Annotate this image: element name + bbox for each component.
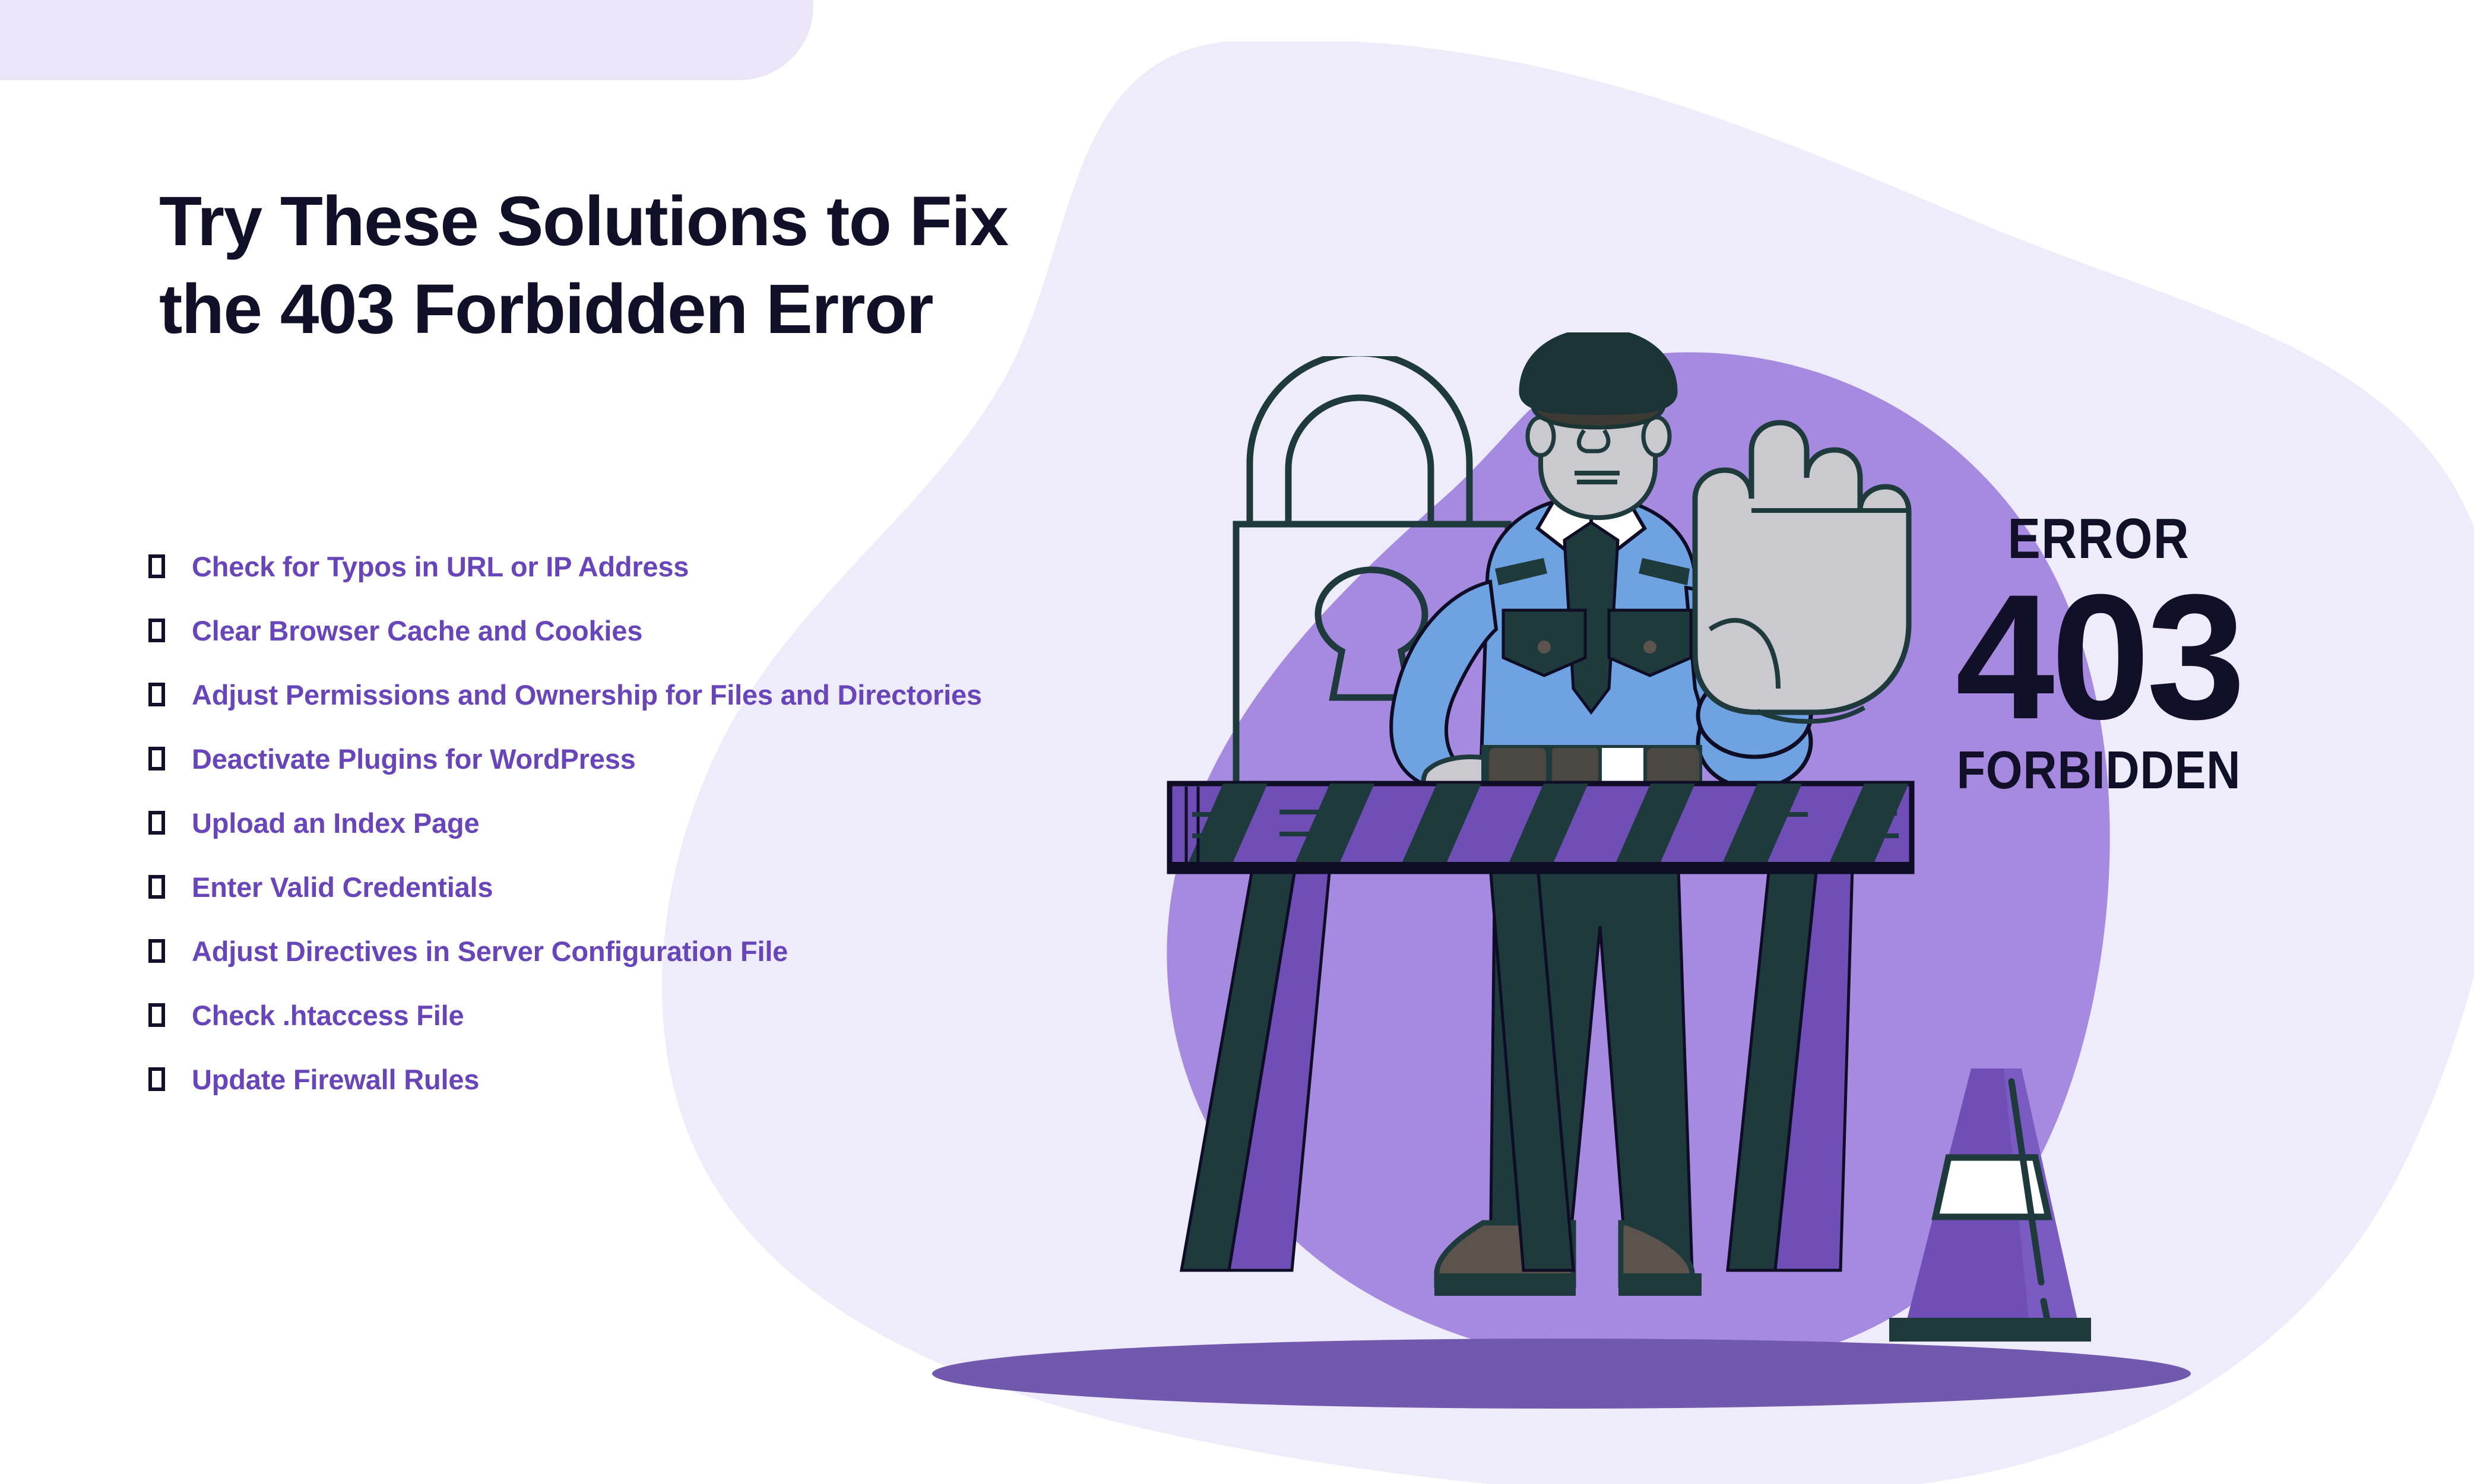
text-column: Try These Solutions to Fix the 403 Forbi…	[159, 178, 1204, 353]
ground-shadow	[932, 1339, 2191, 1409]
solutions-list: Check for Typos in URL or IP Address Cle…	[148, 534, 982, 1111]
list-item[interactable]: Upload an Index Page	[148, 791, 982, 855]
list-item-label: Update Firewall Rules	[192, 1063, 480, 1095]
list-item-label: Enter Valid Credentials	[192, 871, 493, 903]
bullet-box-icon	[148, 811, 165, 835]
illustration-page: Try These Solutions to Fix the 403 Forbi…	[0, 0, 2474, 1484]
list-item-label: Deactivate Plugins for WordPress	[192, 743, 636, 775]
page-title: Try These Solutions to Fix the 403 Forbi…	[159, 182, 1009, 348]
list-item-label: Adjust Directives in Server Configuratio…	[192, 935, 788, 967]
list-item-label: Check for Typos in URL or IP Address	[192, 550, 689, 582]
error-status-label: FORBIDDEN	[1956, 741, 2241, 800]
police-officer-illustration	[1167, 332, 2091, 1342]
list-item[interactable]: Enter Valid Credentials	[148, 855, 982, 919]
list-item[interactable]: Deactivate Plugins for WordPress	[148, 727, 982, 791]
list-item[interactable]: Clear Browser Cache and Cookies	[148, 598, 982, 662]
error-badge: ERROR 403 FORBIDDEN	[1933, 507, 2265, 800]
list-item-label: Adjust Permissions and Ownership for Fil…	[192, 678, 982, 711]
list-item-label: Clear Browser Cache and Cookies	[192, 614, 643, 646]
list-item-label: Check .htaccess File	[192, 999, 464, 1031]
bullet-box-icon	[148, 619, 165, 642]
bullet-box-icon	[148, 747, 165, 770]
bullet-box-icon	[148, 939, 165, 963]
list-item[interactable]: Check for Typos in URL or IP Address	[148, 534, 982, 598]
bullet-box-icon	[148, 1067, 165, 1091]
list-item[interactable]: Update Firewall Rules	[148, 1047, 982, 1111]
list-item-label: Upload an Index Page	[192, 807, 480, 839]
bullet-box-icon	[148, 554, 165, 578]
bullet-box-icon	[148, 875, 165, 899]
error-code: 403	[1955, 557, 2246, 756]
error-word-label: ERROR	[2007, 507, 2190, 570]
list-item[interactable]: Adjust Permissions and Ownership for Fil…	[148, 662, 982, 727]
bullet-box-icon	[148, 683, 165, 706]
bullet-box-icon	[148, 1003, 165, 1027]
list-item[interactable]: Adjust Directives in Server Configuratio…	[148, 919, 982, 983]
list-item[interactable]: Check .htaccess File	[148, 983, 982, 1047]
